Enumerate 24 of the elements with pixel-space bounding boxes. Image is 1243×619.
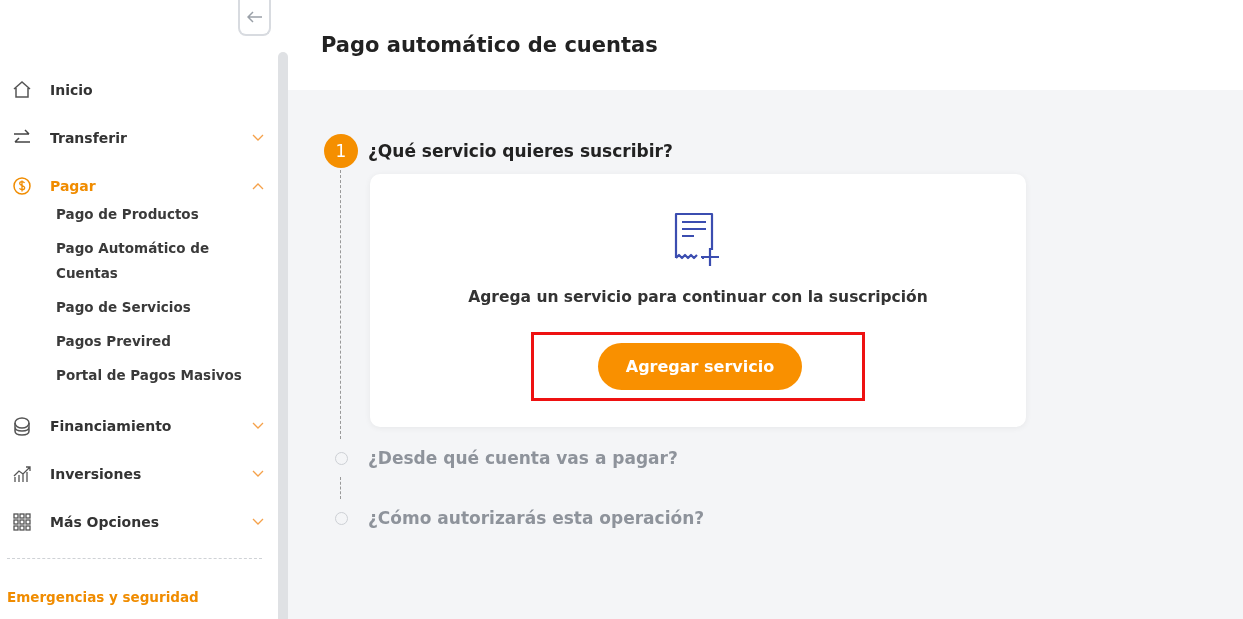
submenu-item[interactable]: Pago de Servicios (56, 295, 246, 320)
grid-icon (11, 511, 33, 533)
submenu-item[interactable]: Pago de Productos (56, 202, 246, 227)
submenu-item[interactable]: Pago Automático de Cuentas (56, 236, 246, 286)
submenu-item[interactable]: Pagos Previred (56, 329, 246, 354)
nav-item[interactable]: Inversiones (0, 450, 278, 498)
submenu-item[interactable]: Portal de Pagos Masivos (56, 363, 246, 388)
page-title: Pago automático de cuentas (321, 33, 658, 57)
growth-chart-icon (11, 463, 33, 485)
nav-item[interactable]: Más Opciones (0, 498, 278, 546)
nav-item[interactable]: Transferir (0, 114, 278, 162)
card-message: Agrega un servicio para continuar con la suscripción (468, 288, 928, 306)
section-title: Emergencias y seguridad (7, 589, 200, 605)
coin-stack-icon (11, 415, 33, 437)
step-title: ¿Qué servicio quieres suscribir? (368, 141, 673, 161)
collapse-sidebar-button[interactable] (238, 0, 271, 36)
step-title: ¿Cómo autorizarás esta operación? (368, 508, 705, 528)
dollar-coin-icon (11, 175, 33, 197)
home-icon (11, 79, 33, 101)
nav-item[interactable]: Inicio (0, 66, 278, 114)
step-number: 1 (324, 134, 358, 168)
nav-item[interactable]: Financiamiento (0, 402, 278, 450)
arrow-left-icon (246, 11, 263, 23)
step-title: ¿Desde qué cuenta vas a pagar? (368, 448, 678, 468)
